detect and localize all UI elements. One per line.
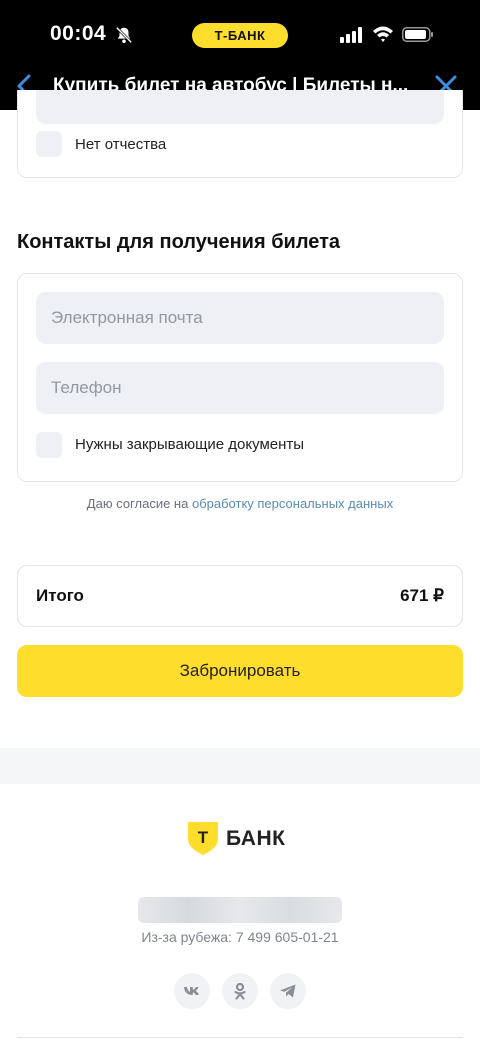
- telegram-glyph: [280, 984, 296, 998]
- personal-data-link[interactable]: обработку персональных данных: [192, 496, 393, 511]
- bell-off-icon: [115, 26, 133, 44]
- closing-docs-checkbox[interactable]: [36, 432, 62, 458]
- logo-text: БАНК: [226, 827, 286, 850]
- ok-icon[interactable]: [222, 973, 258, 1009]
- wifi-icon: [373, 26, 393, 42]
- email-field[interactable]: [36, 292, 444, 344]
- vk-icon[interactable]: [174, 973, 210, 1009]
- no-patronymic-label: Нет отчества: [75, 136, 167, 153]
- battery-icon: [402, 27, 433, 42]
- abroad-phone: Из-за рубежа: 7 499 605-01-21: [141, 929, 339, 945]
- logo-letter: Т: [198, 828, 209, 847]
- telegram-icon[interactable]: [270, 973, 306, 1009]
- closing-docs-label: Нужны закрывающие документы: [75, 436, 305, 453]
- total-card: Итого 671 ₽: [17, 565, 463, 627]
- consent-prefix: Даю согласие на: [86, 496, 189, 511]
- patronymic-field[interactable]: [36, 90, 444, 124]
- no-patronymic-checkbox[interactable]: [36, 131, 62, 157]
- tbank-logo[interactable]: Т БАНК: [188, 822, 298, 856]
- consent-text: Даю согласие на обработку персональных д…: [0, 496, 480, 511]
- ok-glyph: [234, 982, 246, 1000]
- book-button[interactable]: Забронировать: [17, 645, 463, 697]
- footer-divider: [17, 1037, 463, 1038]
- section-separator: [0, 748, 480, 784]
- contacts-section-title: Контакты для получения билета: [17, 231, 341, 253]
- vk-glyph: [184, 987, 199, 995]
- contacts-card: Нужны закрывающие документы: [17, 273, 463, 482]
- status-time: 00:04: [50, 22, 107, 45]
- tbank-pill[interactable]: Т-БАНК: [192, 23, 288, 48]
- cellular-signal-icon: [340, 27, 362, 43]
- total-value: 671 ₽: [400, 586, 444, 605]
- status-bar: 00:04 Т-БАНК: [0, 0, 480, 70]
- phone-field[interactable]: [36, 362, 444, 414]
- passenger-card: Нет отчества: [17, 90, 463, 178]
- blurred-phone-number: [138, 897, 342, 923]
- tbank-shield-icon: Т: [188, 822, 218, 855]
- total-label: Итого: [36, 586, 84, 605]
